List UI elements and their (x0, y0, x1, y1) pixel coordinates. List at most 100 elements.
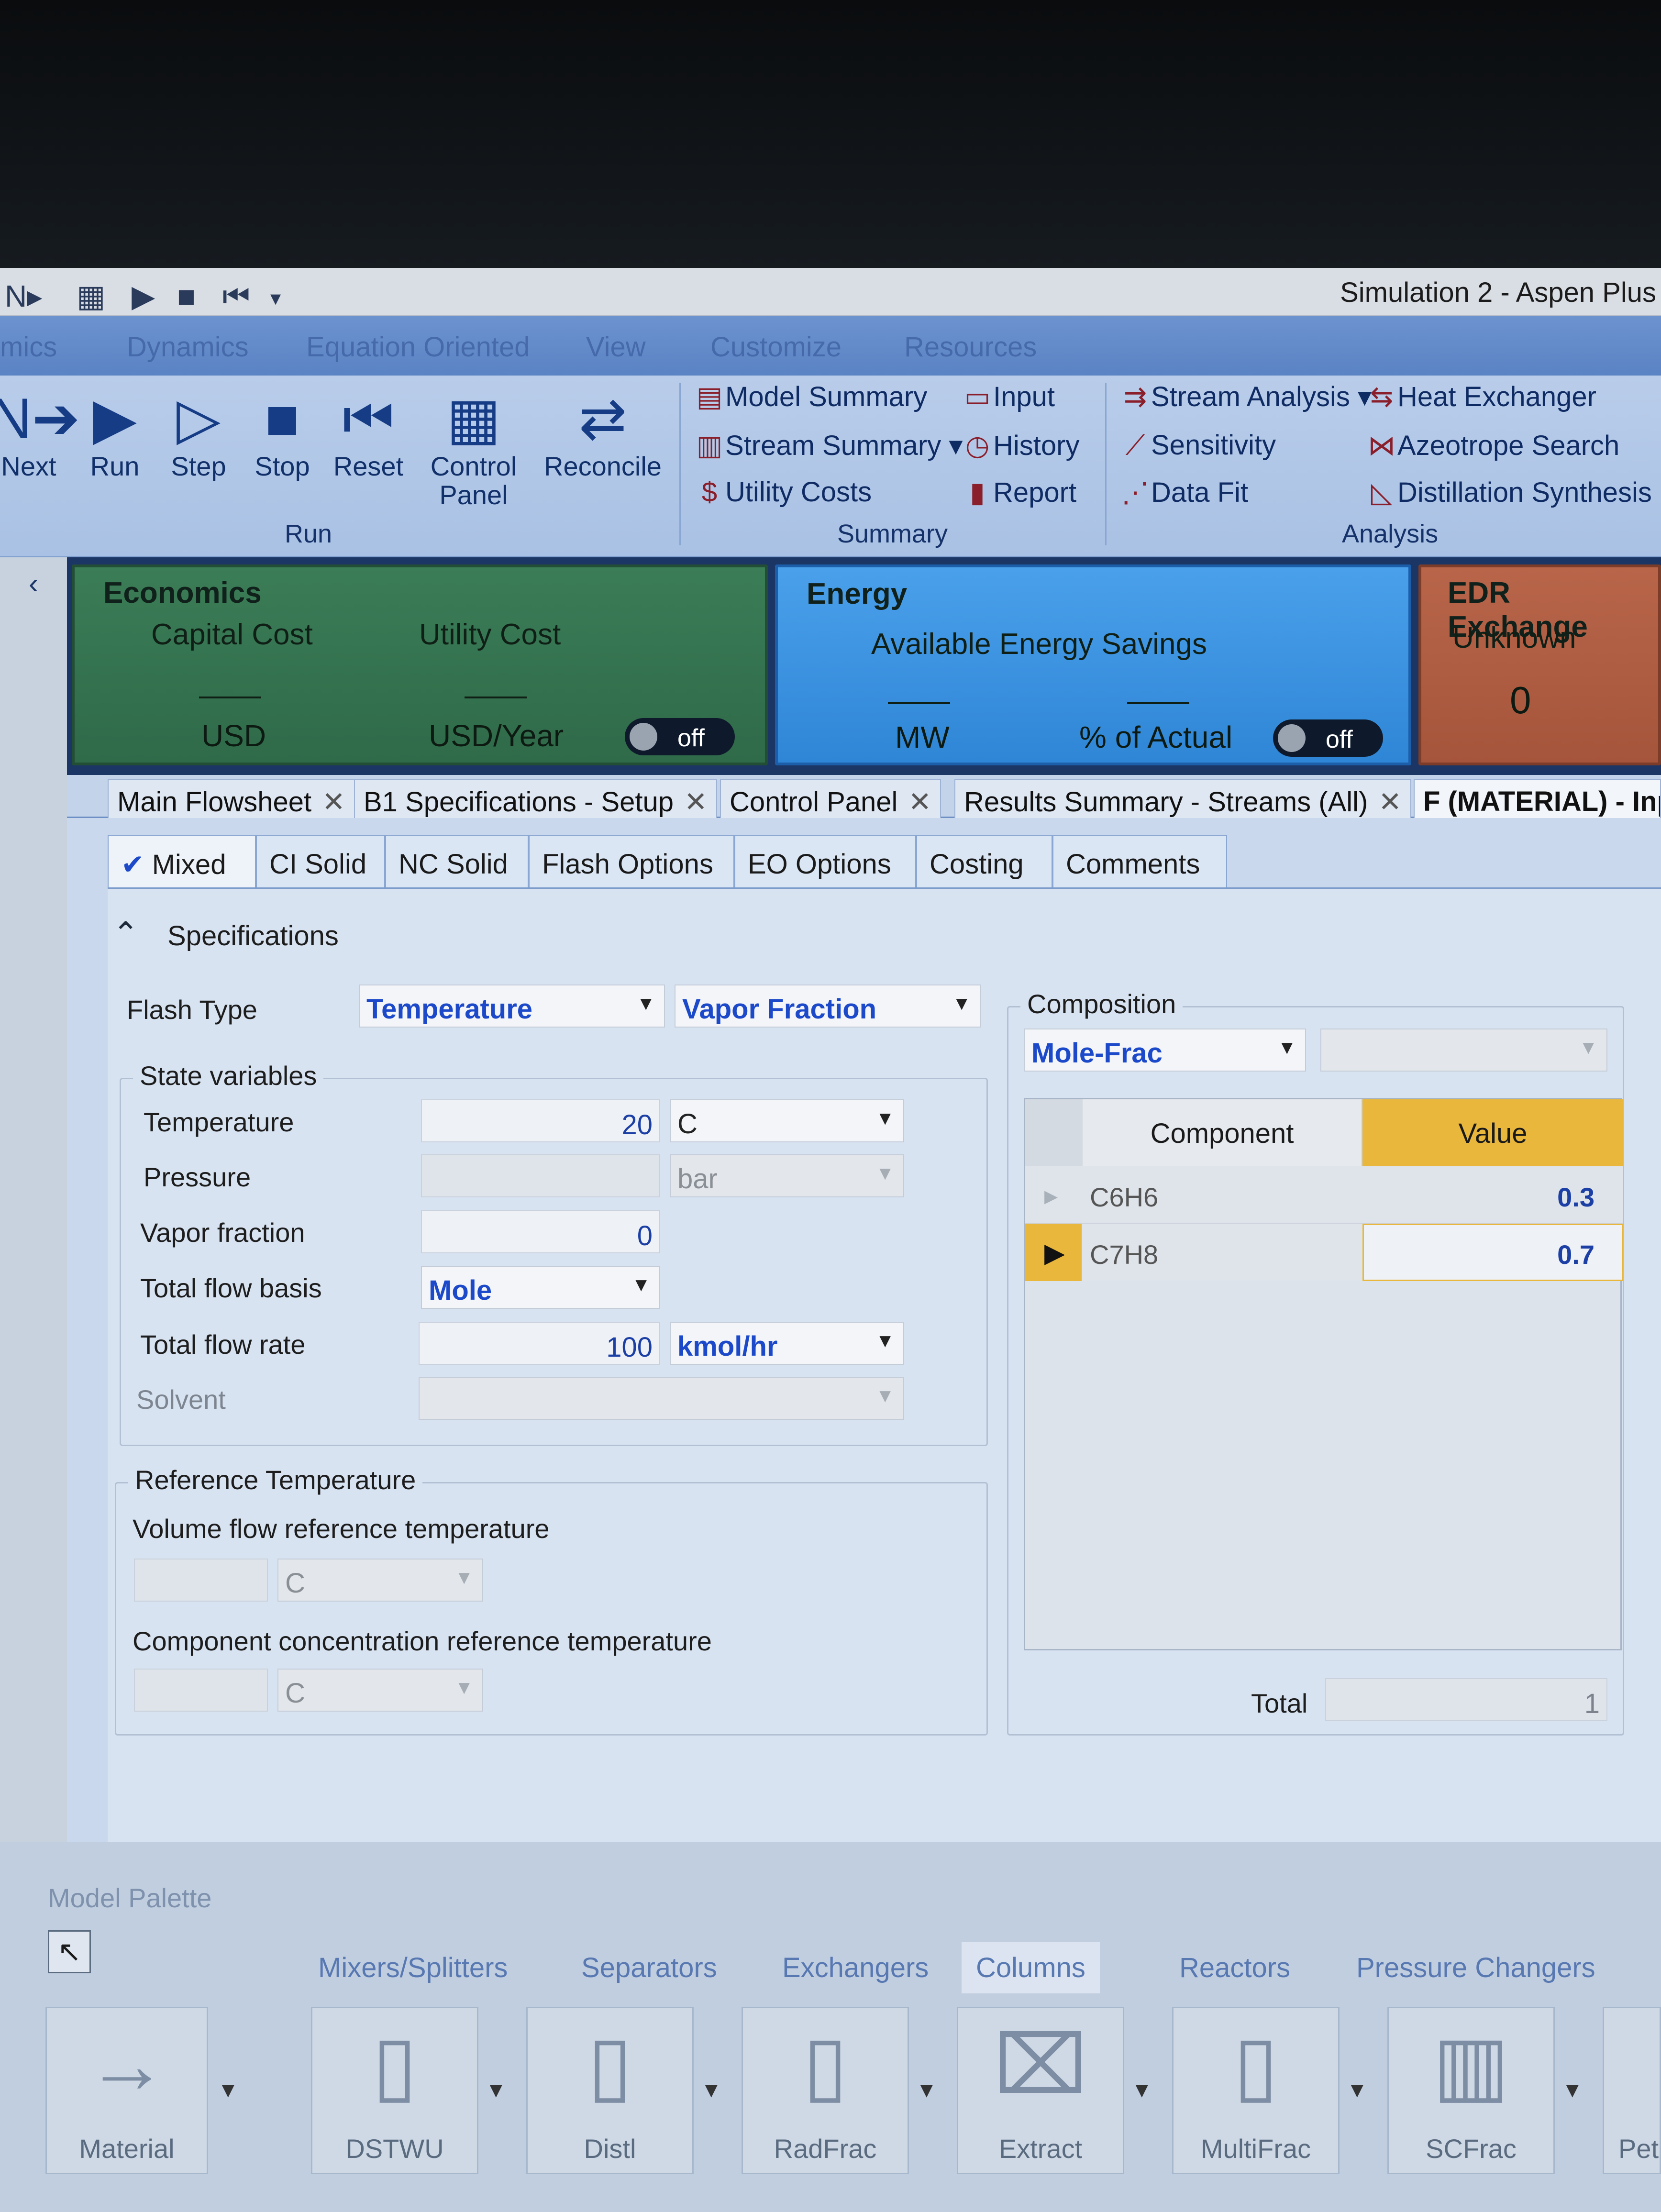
reset-button[interactable]: ⏮ Reset (330, 385, 407, 481)
chevron-down-icon[interactable]: ▼ (1562, 2079, 1583, 2102)
run-button[interactable]: ▶ Run (77, 385, 153, 481)
chevron-down-icon[interactable]: ▼ (701, 2079, 722, 2102)
step-button[interactable]: ▷ Step (160, 385, 237, 481)
temperature-unit-select[interactable]: C ▼ (670, 1099, 904, 1142)
control-panel-button[interactable]: ▦ Control Panel (428, 385, 519, 509)
palette-item-dstwu[interactable]: ▯ DSTWU (311, 2007, 478, 2174)
history-button[interactable]: ◷ History (962, 429, 1080, 462)
volume-flow-ref-unit-select[interactable]: C ▼ (277, 1559, 483, 1602)
flow-rate-unit-select[interactable]: kmol/hr ▼ (670, 1322, 904, 1365)
palette-tab-reactors[interactable]: Reactors (1179, 1952, 1290, 1984)
edr-exchanger-card[interactable]: EDR Exchange Unknown 0 (1418, 564, 1661, 765)
component-column-header[interactable]: Component (1083, 1099, 1362, 1166)
vapor-fraction-input[interactable]: 0 (421, 1210, 660, 1253)
menu-tab-dynamics[interactable]: Dynamics (127, 331, 249, 363)
palette-tab-exchangers[interactable]: Exchangers (782, 1952, 929, 1984)
close-icon[interactable]: ✕ (684, 786, 708, 818)
tab-comments[interactable]: Comments (1052, 835, 1227, 887)
stop-button[interactable]: ■ Stop (244, 385, 321, 481)
tab-control-panel[interactable]: Control Panel ✕ (720, 779, 941, 818)
tab-mixed[interactable]: ✔ Mixed (108, 835, 256, 887)
economics-toggle[interactable]: off (625, 718, 735, 755)
tab-f-material-input[interactable]: F (MATERIAL) - Inpu (1414, 779, 1661, 818)
energy-card[interactable]: Energy Available Energy Savings MW % of … (775, 564, 1411, 765)
tab-flash-options[interactable]: Flash Options (529, 835, 734, 887)
menu-tab-economics[interactable]: mics (0, 331, 57, 363)
table-row[interactable]: ▸ C6H6 0.3 (1025, 1166, 1623, 1224)
palette-item-radfrac[interactable]: ▯ RadFrac (742, 2007, 909, 2174)
tab-main-flowsheet[interactable]: Main Flowsheet ✕ (108, 779, 355, 818)
palette-item-multifrac[interactable]: ▯ MultiFrac (1172, 2007, 1340, 2174)
palette-item-distl[interactable]: ▯ Distl (526, 2007, 694, 2174)
economics-card[interactable]: Economics Capital Cost Utility Cost USD … (72, 564, 768, 765)
dropdown-icon[interactable]: ▾ (270, 286, 281, 310)
stop-icon[interactable]: ■ (177, 278, 196, 314)
model-summary-button[interactable]: ▤Model Summary (694, 380, 928, 413)
tab-ci-solid[interactable]: CI Solid (256, 835, 385, 887)
menu-tab-resources[interactable]: Resources (904, 331, 1037, 363)
stream-analysis-button[interactable]: ⇉ Stream Analysis ▾ (1119, 380, 1372, 413)
collapse-icon[interactable]: ⌃ (112, 915, 139, 952)
solvent-select[interactable]: ▼ (419, 1377, 904, 1420)
total-flow-rate-input[interactable]: 100 (419, 1322, 660, 1365)
pointer-tool-icon[interactable]: ↖ (48, 1930, 91, 1973)
heat-exchanger-button[interactable]: ⇆ Heat Exchanger (1366, 380, 1596, 413)
chevron-down-icon[interactable]: ▼ (486, 2079, 507, 2102)
volume-flow-ref-input[interactable] (134, 1559, 268, 1602)
tab-results-summary[interactable]: Results Summary - Streams (All) ✕ (954, 779, 1411, 818)
palette-tab-columns[interactable]: Columns (962, 1942, 1100, 1993)
chevron-down-icon[interactable]: ▼ (1131, 2079, 1152, 2102)
palette-tab-separators[interactable]: Separators (581, 1952, 717, 1984)
next-button[interactable]: N➔ Next (0, 385, 80, 481)
chevron-down-icon[interactable]: ▼ (1347, 2079, 1368, 2102)
collapse-arrow-icon[interactable]: ‹ (29, 567, 38, 600)
report-button[interactable]: ▮ Report (962, 476, 1076, 509)
menu-tab-view[interactable]: View (586, 331, 646, 363)
data-fit-button[interactable]: ⋰Data Fit (1119, 476, 1248, 509)
palette-item-material[interactable]: → Material (45, 2007, 208, 2174)
tab-costing[interactable]: Costing (916, 835, 1052, 887)
stream-summary-button[interactable]: ▥Stream Summary ▾ (694, 429, 963, 462)
table-row[interactable]: ▶ C7H8 0.7 (1025, 1224, 1623, 1281)
chevron-down-icon[interactable]: ▼ (218, 2079, 239, 2102)
utility-costs-button[interactable]: $ Utility Costs (694, 476, 872, 508)
input-button[interactable]: ▭Input (962, 380, 1055, 413)
composition-basis-select[interactable]: Mole-Frac ▼ (1024, 1029, 1306, 1072)
flash-type-2-select[interactable]: Vapor Fraction ▼ (675, 984, 981, 1028)
tab-eo-options[interactable]: EO Options (734, 835, 916, 887)
palette-tab-pressure-changers[interactable]: Pressure Changers (1356, 1952, 1595, 1984)
pressure-input[interactable] (421, 1154, 660, 1197)
menu-tab-equation-oriented[interactable]: Equation Oriented (306, 331, 530, 363)
chevron-down-icon[interactable]: ▼ (916, 2079, 937, 2102)
energy-toggle[interactable]: off (1273, 719, 1383, 757)
component-conc-ref-unit-select[interactable]: C ▼ (277, 1669, 483, 1712)
azeotrope-search-button[interactable]: ⋈Azeotrope Search (1366, 429, 1619, 462)
value-cell[interactable]: 0.3 (1557, 1182, 1595, 1213)
grid-icon[interactable]: ▦ (77, 278, 105, 314)
pressure-unit-select[interactable]: bar ▼ (670, 1154, 904, 1197)
value-column-header[interactable]: Value (1362, 1099, 1623, 1166)
palette-tab-mixers-splitters[interactable]: Mixers/Splitters (318, 1952, 508, 1984)
tab-nc-solid[interactable]: NC Solid (385, 835, 529, 887)
close-icon[interactable]: ✕ (908, 786, 931, 818)
menu-tab-customize[interactable]: Customize (710, 331, 842, 363)
next-icon[interactable]: N▸ (5, 278, 42, 314)
component-conc-ref-input[interactable] (134, 1669, 268, 1712)
sensitivity-button[interactable]: ⟋ Sensitivity (1119, 429, 1276, 462)
distillation-synthesis-button[interactable]: ◺ Distillation Synthesis (1366, 476, 1652, 509)
close-icon[interactable]: ✕ (1378, 786, 1402, 818)
close-icon[interactable]: ✕ (322, 786, 345, 818)
palette-item-extract[interactable]: ⌧ Extract (957, 2007, 1124, 2174)
tab-b1-specifications[interactable]: B1 Specifications - Setup ✕ (354, 779, 717, 818)
flash-type-1-select[interactable]: Temperature ▼ (359, 984, 665, 1028)
reconcile-button[interactable]: ⇄ Reconcile (543, 385, 663, 481)
palette-item-pet[interactable]: ▯Pet (1603, 2007, 1661, 2174)
temperature-input[interactable]: 20 (421, 1099, 660, 1142)
run-icon[interactable]: ▶ (132, 278, 155, 314)
palette-item-scfrac[interactable]: ▥ SCFrac (1387, 2007, 1555, 2174)
value-cell[interactable]: 0.7 (1557, 1239, 1595, 1270)
composition-secondary-select[interactable]: ▼ (1320, 1029, 1607, 1072)
reset-icon[interactable]: ⏮ (222, 278, 250, 314)
navigation-pane-collapsed[interactable]: ‹ (0, 557, 67, 1873)
total-flow-basis-select[interactable]: Mole ▼ (421, 1266, 660, 1309)
